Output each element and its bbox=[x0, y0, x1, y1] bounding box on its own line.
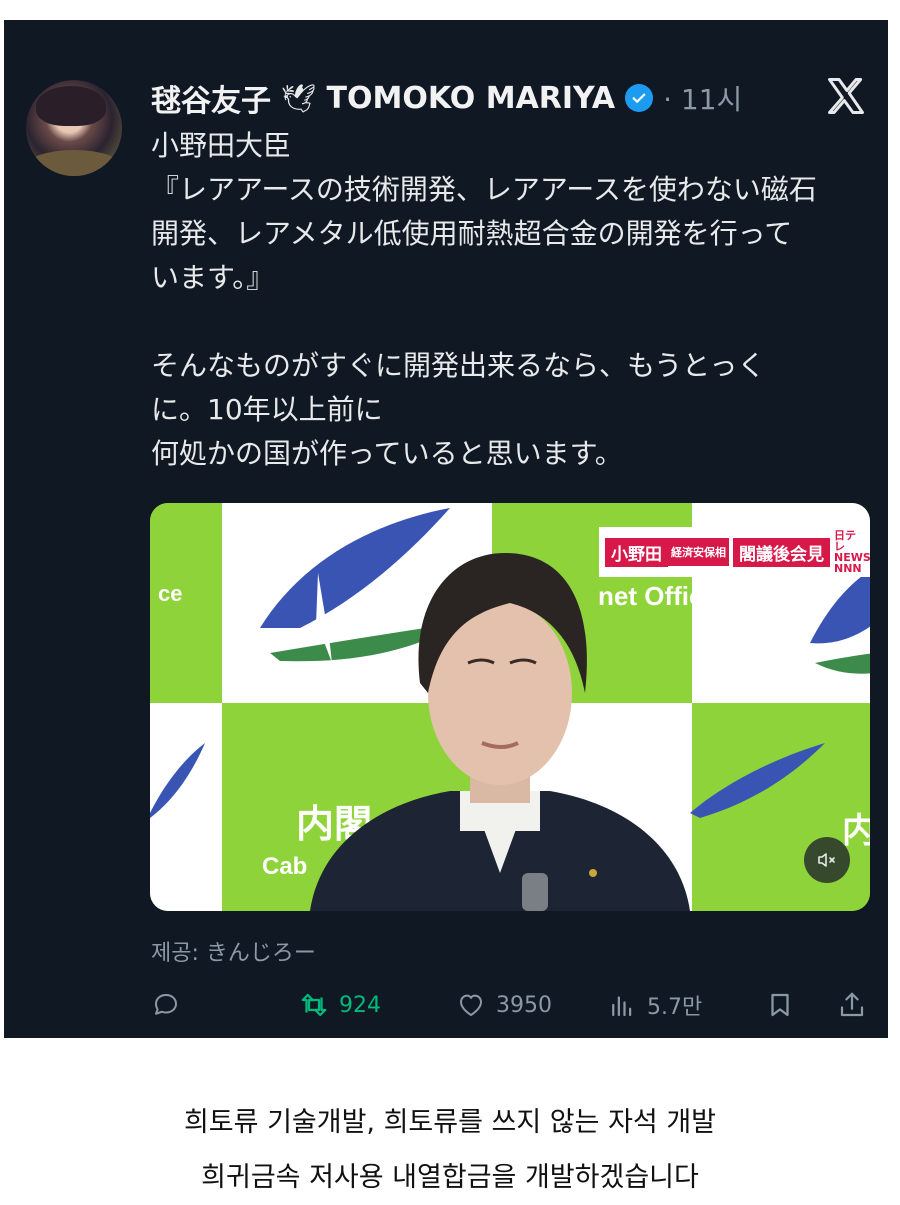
author-alias[interactable]: TOMOKO MARIYA bbox=[327, 81, 616, 116]
dove-emoji: 🕊 bbox=[281, 81, 317, 115]
emblem-fragment-icon bbox=[150, 743, 205, 818]
tweet-line: 何処かの国が作っていると思います。 bbox=[151, 437, 623, 470]
retweet-icon bbox=[301, 993, 327, 1017]
news-caption-bar: 小野田 経済安保相 閣議後会見 日テレ NEWS NNN bbox=[599, 527, 870, 577]
speaker-person bbox=[310, 553, 690, 911]
like-count: 3950 bbox=[496, 992, 552, 1018]
retweet-button[interactable]: 924 bbox=[299, 980, 381, 1030]
media-credit: 제공: きんじろー bbox=[151, 941, 316, 966]
caption-line: 희귀금속 저사용 내열합금을 개발하겠습니다 bbox=[201, 1162, 699, 1193]
author-name[interactable]: 毬谷友子 bbox=[151, 76, 271, 120]
mute-button[interactable] bbox=[804, 837, 850, 883]
reply-icon bbox=[155, 994, 177, 1015]
verified-badge-icon bbox=[625, 84, 654, 112]
reply-button[interactable] bbox=[151, 980, 181, 1030]
speaker-mute-icon bbox=[818, 853, 835, 867]
bookmark-button[interactable] bbox=[765, 980, 795, 1030]
views-button[interactable]: 5.7만 bbox=[607, 980, 702, 1030]
overlay-name: 小野田 bbox=[605, 537, 668, 567]
share-icon bbox=[840, 992, 864, 1017]
tweet-header: 毬谷友子 🕊 TOMOKO MARIYA · 11시 bbox=[151, 75, 742, 121]
x-logo-icon[interactable] bbox=[824, 74, 868, 118]
like-button[interactable]: 3950 bbox=[456, 980, 552, 1030]
tweet-line: 『レアアースの技術開発、レアアースを使わない磁石 bbox=[151, 173, 817, 206]
tweet-card: 毬谷友子 🕊 TOMOKO MARIYA · 11시 小野田大臣 『レアアースの… bbox=[4, 20, 888, 1038]
view-count: 5.7만 bbox=[647, 995, 703, 1020]
tweet-actions: 924 3950 5.7만 bbox=[151, 980, 871, 1030]
backdrop-text: 内 bbox=[842, 812, 870, 850]
tweet-time[interactable]: · 11시 bbox=[663, 78, 742, 118]
heart-icon bbox=[460, 994, 482, 1016]
emblem-fragment-icon bbox=[690, 743, 825, 818]
tweet-text: 小野田大臣 『レアアースの技術開発、レアアースを使わない磁石 開発、レアメタル低… bbox=[151, 124, 871, 476]
bookmark-icon bbox=[771, 993, 789, 1017]
share-button[interactable] bbox=[837, 980, 867, 1030]
overlay-event: 閣議後会見 bbox=[733, 537, 830, 567]
bar-chart-icon bbox=[612, 996, 632, 1017]
backdrop-text: ce bbox=[158, 581, 183, 606]
overlay-channel: 日テレ NEWS NNN bbox=[834, 529, 870, 575]
retweet-count: 924 bbox=[339, 992, 381, 1018]
tweet-line: そんなものがすぐに開発出来るなら、もうとっく bbox=[151, 349, 766, 382]
tweet-line: います。』 bbox=[151, 261, 275, 294]
overlay-role: 経済安保相 bbox=[668, 538, 729, 566]
tweet-line: 開発、レアメタル低使用耐熱超合金の開発を行って bbox=[151, 217, 793, 250]
tweet-line: 小野田大臣 bbox=[151, 129, 292, 162]
cabinet-emblem-partial-icon bbox=[810, 570, 870, 674]
avatar[interactable] bbox=[26, 80, 122, 176]
backdrop-text: Cab bbox=[262, 853, 308, 880]
video-media[interactable]: ce net Office 内 Cab 内閣 小野田 経済安保相 閣議後会見 日… bbox=[150, 503, 870, 911]
caption-line: 희토류 기술개발, 희토류를 쓰지 않는 자석 개발 bbox=[183, 1107, 717, 1138]
tweet-line: に。10年以上前に bbox=[151, 393, 383, 426]
